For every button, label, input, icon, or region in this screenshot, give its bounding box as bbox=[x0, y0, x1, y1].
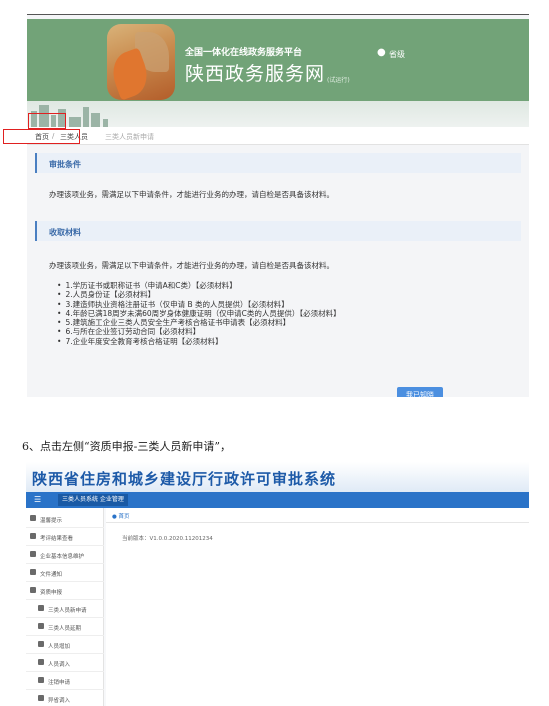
system-header: 陕西省住房和城乡建设厅行政许可审批系统 bbox=[26, 462, 529, 492]
list-item: 2.人员身份证【必须材料】 bbox=[57, 290, 341, 299]
site-subtitle: (试运行) bbox=[327, 77, 350, 84]
sidebar-item[interactable]: 人员增加 bbox=[26, 636, 104, 654]
breadcrumb-highlight-box bbox=[28, 113, 66, 129]
document-icon bbox=[38, 677, 44, 683]
sidebar-item-label: 文件通知 bbox=[40, 572, 63, 578]
approval-conditions-header: 审批条件 bbox=[35, 153, 521, 173]
sidebar-item[interactable]: 企业基本信息维护 bbox=[26, 546, 104, 564]
document-icon bbox=[38, 659, 44, 665]
document-icon bbox=[30, 551, 36, 557]
sidebar-item-label: 资质申报 bbox=[40, 590, 63, 596]
list-item: 4.年龄已满18周岁未满60周岁身体健康证明（仅申请C类的人员提供）【必须材料】 bbox=[57, 309, 340, 318]
materials-title: 收取材料 bbox=[49, 228, 81, 237]
sidebar-item-label: 人员增加 bbox=[48, 644, 71, 650]
sidebar-item[interactable]: 温馨提示 bbox=[26, 510, 104, 528]
sidebar-item-label: 注销申请 bbox=[48, 680, 71, 686]
sidebar-item[interactable]: 三类人员新申请 bbox=[26, 600, 104, 618]
list-item: 3.建造师执业资格注册证书（仅申请 B 类的人员提供）【必须材料】 bbox=[57, 300, 341, 309]
approval-system-screenshot: 陕西省住房和城乡建设厅行政许可审批系统 ☰ 三类人员系统 企业管理 温馨提示考评… bbox=[26, 462, 529, 706]
materials-list: 1.学历证书或职称证书（申请A和C类）【必须材料】 2.人员身份证【必须材料】 … bbox=[57, 281, 341, 346]
tab-enterprise-management[interactable]: 三类人员系统 企业管理 bbox=[58, 494, 128, 506]
document-icon bbox=[30, 533, 36, 539]
portal-banner: 全国一体化在线政务服务平台 陕西政务服务网 (试运行) ● 省级 bbox=[27, 19, 529, 101]
location-pin-icon: ● bbox=[377, 47, 386, 58]
sidebar-item[interactable]: 考评结果查看 bbox=[26, 528, 104, 546]
tab-home[interactable]: ● 首页 bbox=[112, 512, 130, 520]
document-icon bbox=[38, 641, 44, 647]
version-info: 当前版本：V1.0.0.2020.11201234 bbox=[122, 536, 213, 542]
breadcrumb-next[interactable]: 三类人员新申请 bbox=[105, 132, 154, 142]
document-icon bbox=[38, 623, 44, 629]
main-content: ● 首页 当前版本：V1.0.0.2020.11201234 bbox=[106, 508, 529, 706]
sidebar-item[interactable]: 人员调入 bbox=[26, 654, 104, 672]
sidebar-item-label: 三类人员延期 bbox=[48, 626, 82, 632]
breadcrumb: 首页 / 三类人员 三类人员新申请 bbox=[27, 127, 529, 145]
sidebar-item[interactable]: 异省调入 bbox=[26, 690, 104, 706]
sidebar-item[interactable]: 注销申请 bbox=[26, 672, 104, 690]
materials-text: 办理该项业务，需满足以下申请条件，才能进行业务的办理，请自检是否具备该材料。 bbox=[49, 261, 334, 270]
list-item: 7.企业年度安全教育考核合格证明【必须材料】 bbox=[57, 337, 341, 346]
sidebar-item-label: 温馨提示 bbox=[40, 518, 63, 524]
document-icon bbox=[30, 569, 36, 575]
menu-icon[interactable]: ☰ bbox=[34, 495, 41, 504]
sidebar-item-label: 考评结果查看 bbox=[40, 536, 74, 542]
sidebar-item[interactable]: 三类人员延期 bbox=[26, 618, 104, 636]
sidebar-item-label: 异省调入 bbox=[48, 698, 71, 704]
divider bbox=[106, 522, 529, 523]
system-title: 陕西省住房和城乡建设厅行政许可审批系统 bbox=[32, 470, 337, 488]
acknowledge-button[interactable]: 我已知晓 bbox=[397, 387, 443, 397]
approval-conditions-title: 审批条件 bbox=[49, 160, 81, 169]
sidebar-item[interactable]: 文件通知 bbox=[26, 564, 104, 582]
instruction-caption: 6、点击左侧“资质申报-三类人员新申请”， bbox=[22, 440, 231, 453]
portal-screenshot: 全国一体化在线政务服务平台 陕西政务服务网 (试运行) ● 省级 首页 / 三类… bbox=[27, 14, 529, 397]
sidebar-item[interactable]: 资质申报 bbox=[26, 582, 104, 600]
sidebar: 温馨提示考评结果查看企业基本信息维护 文件通知资质申报三类人员新申请 三类人员延期人… bbox=[26, 508, 104, 706]
list-item: 6.与所在企业签订劳动合同【必须材料】 bbox=[57, 327, 341, 336]
document-icon bbox=[38, 695, 44, 701]
platform-name: 全国一体化在线政务服务平台 bbox=[185, 48, 303, 58]
document-icon bbox=[38, 605, 44, 611]
list-item: 1.学历证书或职称证书（申请A和C类）【必须材料】 bbox=[57, 281, 341, 290]
site-title: 陕西政务服务网 bbox=[185, 63, 326, 85]
document-icon bbox=[30, 587, 36, 593]
location-selector[interactable]: 省级 bbox=[389, 49, 405, 60]
sidebar-item-label: 三类人员新申请 bbox=[48, 608, 87, 614]
city-skyline-decoration bbox=[27, 101, 529, 127]
document-icon bbox=[30, 515, 36, 521]
shaanxi-logo-icon bbox=[107, 24, 175, 100]
sidebar-highlight-box bbox=[3, 129, 80, 144]
sidebar-item-label: 企业基本信息维护 bbox=[40, 554, 85, 560]
approval-conditions-text: 办理该项业务，需满足以下申请条件，才能进行业务的办理，请自检是否具备该材料。 bbox=[49, 190, 334, 199]
sidebar-item-label: 人员调入 bbox=[48, 662, 71, 668]
materials-header: 收取材料 bbox=[35, 221, 521, 241]
